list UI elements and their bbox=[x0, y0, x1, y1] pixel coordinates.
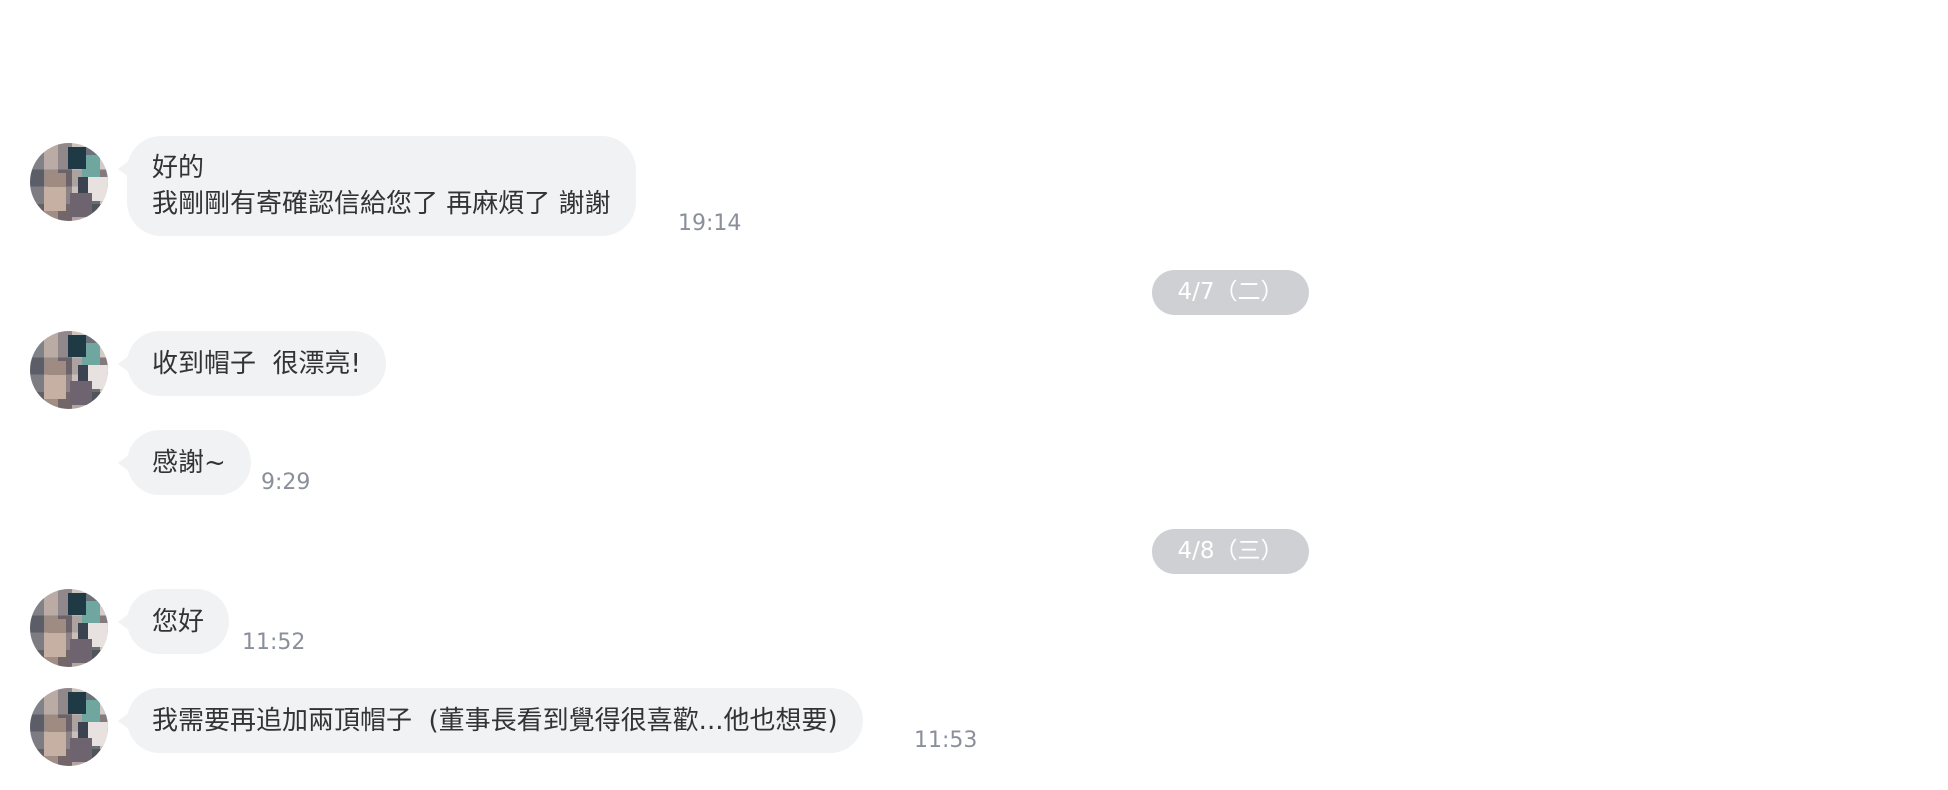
message-bubble[interactable]: 我需要再追加兩頂帽子 (董事長看到覺得很喜歡...他也想要) bbox=[118, 688, 863, 753]
message-text: 您好 bbox=[152, 606, 205, 637]
message-bubble[interactable]: 好的 我剛剛有寄確認信給您了 再麻煩了 謝謝 bbox=[118, 136, 636, 236]
message-text: 收到帽子 很漂亮! bbox=[152, 348, 361, 379]
date-separator: 4/8（三） bbox=[1152, 529, 1309, 574]
contact-avatar[interactable] bbox=[30, 688, 108, 766]
message-bubble[interactable]: 收到帽子 很漂亮! bbox=[118, 331, 386, 396]
chat-transcript: 好的 我剛剛有寄確認信給您了 再麻煩了 謝謝 19:14 4/7（二） 收到帽子… bbox=[0, 0, 1948, 790]
message-timestamp: 19:14 bbox=[678, 211, 742, 236]
contact-avatar[interactable] bbox=[30, 143, 108, 221]
contact-avatar[interactable] bbox=[30, 589, 108, 667]
message-line: 好的 bbox=[152, 153, 205, 183]
message-text: 感謝~ bbox=[152, 447, 226, 478]
message-timestamp: 11:53 bbox=[914, 728, 978, 753]
message-timestamp: 9:29 bbox=[261, 470, 311, 495]
message-text: 我需要再追加兩頂帽子 (董事長看到覺得很喜歡...他也想要) bbox=[152, 705, 838, 736]
message-timestamp: 11:52 bbox=[242, 630, 306, 655]
message-bubble[interactable]: 您好 bbox=[117, 589, 230, 654]
message-line: 我剛剛有寄確認信給您了 再麻煩了 謝謝 bbox=[152, 189, 611, 219]
contact-avatar[interactable] bbox=[30, 331, 108, 409]
date-separator: 4/7（二） bbox=[1152, 270, 1309, 315]
message-bubble[interactable]: 感謝~ bbox=[118, 430, 251, 495]
